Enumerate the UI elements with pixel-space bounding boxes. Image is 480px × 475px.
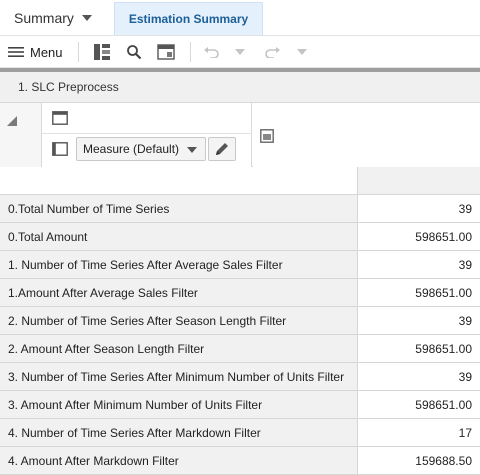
row-label[interactable]: 2. Amount After Season Length Filter (0, 335, 358, 362)
row-label[interactable]: 0.Total Amount (0, 223, 358, 250)
section-header: 1. SLC Preprocess (0, 72, 480, 103)
toolbar: Menu (0, 36, 480, 68)
calculator-icon (157, 44, 175, 60)
row-value-cell[interactable]: 598651.00 (358, 223, 480, 250)
measure-dropdown[interactable]: Measure (Default) (76, 137, 206, 161)
undo-menu-button[interactable] (230, 36, 250, 68)
row-header-divider (42, 133, 252, 134)
pencil-icon (216, 143, 228, 155)
row-header-area: Measure (Default) (42, 103, 252, 167)
toolbar-divider (78, 42, 79, 62)
row-label[interactable]: 0.Total Number of Time Series (0, 195, 358, 222)
pivot-icon (94, 44, 110, 60)
redo-button[interactable] (262, 36, 284, 68)
column-header-area (253, 103, 480, 167)
hamburger-icon (8, 47, 24, 57)
search-icon (127, 45, 142, 60)
table-row: 3. Number of Time Series After Minimum N… (0, 363, 480, 391)
table-row: 3. Amount After Minimum Number of Units … (0, 391, 480, 419)
row-value-cell[interactable]: 39 (358, 251, 480, 278)
chevron-down-icon (297, 49, 307, 55)
undo-button[interactable] (200, 36, 222, 68)
chevron-down-icon (187, 147, 197, 153)
pivot-corner[interactable] (0, 103, 42, 167)
tab-estimation-summary[interactable]: Estimation Summary (114, 2, 263, 35)
column-tile-icon[interactable] (260, 129, 274, 143)
pivot-button[interactable] (90, 36, 114, 68)
table-row: 2. Amount After Season Length Filter 5986… (0, 335, 480, 363)
row-value-cell[interactable]: 598651.00 (358, 335, 480, 362)
row-label[interactable]: 3. Number of Time Series After Minimum N… (0, 363, 358, 390)
row-label[interactable]: 4. Number of Time Series After Markdown … (0, 419, 358, 446)
row-label[interactable]: 1.Amount After Average Sales Filter (0, 279, 358, 306)
row-value-cell[interactable]: 159688.50 (358, 447, 480, 474)
data-grid: 0.Total Number of Time Series 39 0.Total A… (0, 167, 480, 475)
row-label[interactable]: 3. Amount After Minimum Number of Units … (0, 391, 358, 418)
row-value-cell[interactable]: 598651.00 (358, 279, 480, 306)
chevron-down-icon[interactable] (81, 15, 92, 21)
row-value-cell[interactable]: 17 (358, 419, 480, 446)
row-value-cell[interactable]: 39 (358, 195, 480, 222)
tab-summary-label: Summary (14, 10, 74, 26)
find-button[interactable] (122, 36, 146, 68)
grid-header-label-cell (0, 167, 358, 194)
tab-summary[interactable]: Summary (0, 0, 108, 36)
menu-button[interactable]: Menu (8, 36, 68, 68)
calculate-button[interactable] (154, 36, 178, 68)
table-row: 2. Number of Time Series After Season Le… (0, 307, 480, 335)
column-tile-icon[interactable] (52, 111, 68, 125)
row-label[interactable]: 1. Number of Time Series After Average S… (0, 251, 358, 278)
measure-dropdown-value: Measure (Default) (83, 142, 180, 156)
table-row: 4. Number of Time Series After Markdown … (0, 419, 480, 447)
table-row: 1.Amount After Average Sales Filter 59865… (0, 279, 480, 307)
redo-icon (265, 47, 280, 58)
edit-measure-button[interactable] (208, 137, 236, 161)
section-title: 1. SLC Preprocess (18, 80, 119, 94)
row-value-cell[interactable]: 39 (358, 363, 480, 390)
redo-menu-button[interactable] (292, 36, 312, 68)
table-row: 4. Amount After Markdown Filter 159688.50 (0, 447, 480, 475)
grid-header-value-cell[interactable] (358, 167, 480, 194)
row-tile-icon[interactable] (52, 142, 68, 156)
chevron-down-icon (235, 49, 245, 55)
row-value-cell[interactable]: 598651.00 (358, 391, 480, 418)
tab-bar: Summary Estimation Summary (0, 0, 480, 36)
undo-icon (204, 47, 219, 58)
toolbar-divider (190, 42, 191, 62)
corner-triangle-icon (7, 116, 17, 126)
row-value-cell[interactable]: 39 (358, 307, 480, 334)
table-row: 0.Total Number of Time Series 39 (0, 195, 480, 223)
pivot-header: Measure (Default) (0, 103, 480, 167)
table-row: 1. Number of Time Series After Average S… (0, 251, 480, 279)
row-label[interactable]: 2. Number of Time Series After Season Le… (0, 307, 358, 334)
menu-label: Menu (30, 44, 63, 60)
grid-header-row (0, 167, 480, 195)
table-row: 0.Total Amount 598651.00 (0, 223, 480, 251)
row-label[interactable]: 4. Amount After Markdown Filter (0, 447, 358, 474)
